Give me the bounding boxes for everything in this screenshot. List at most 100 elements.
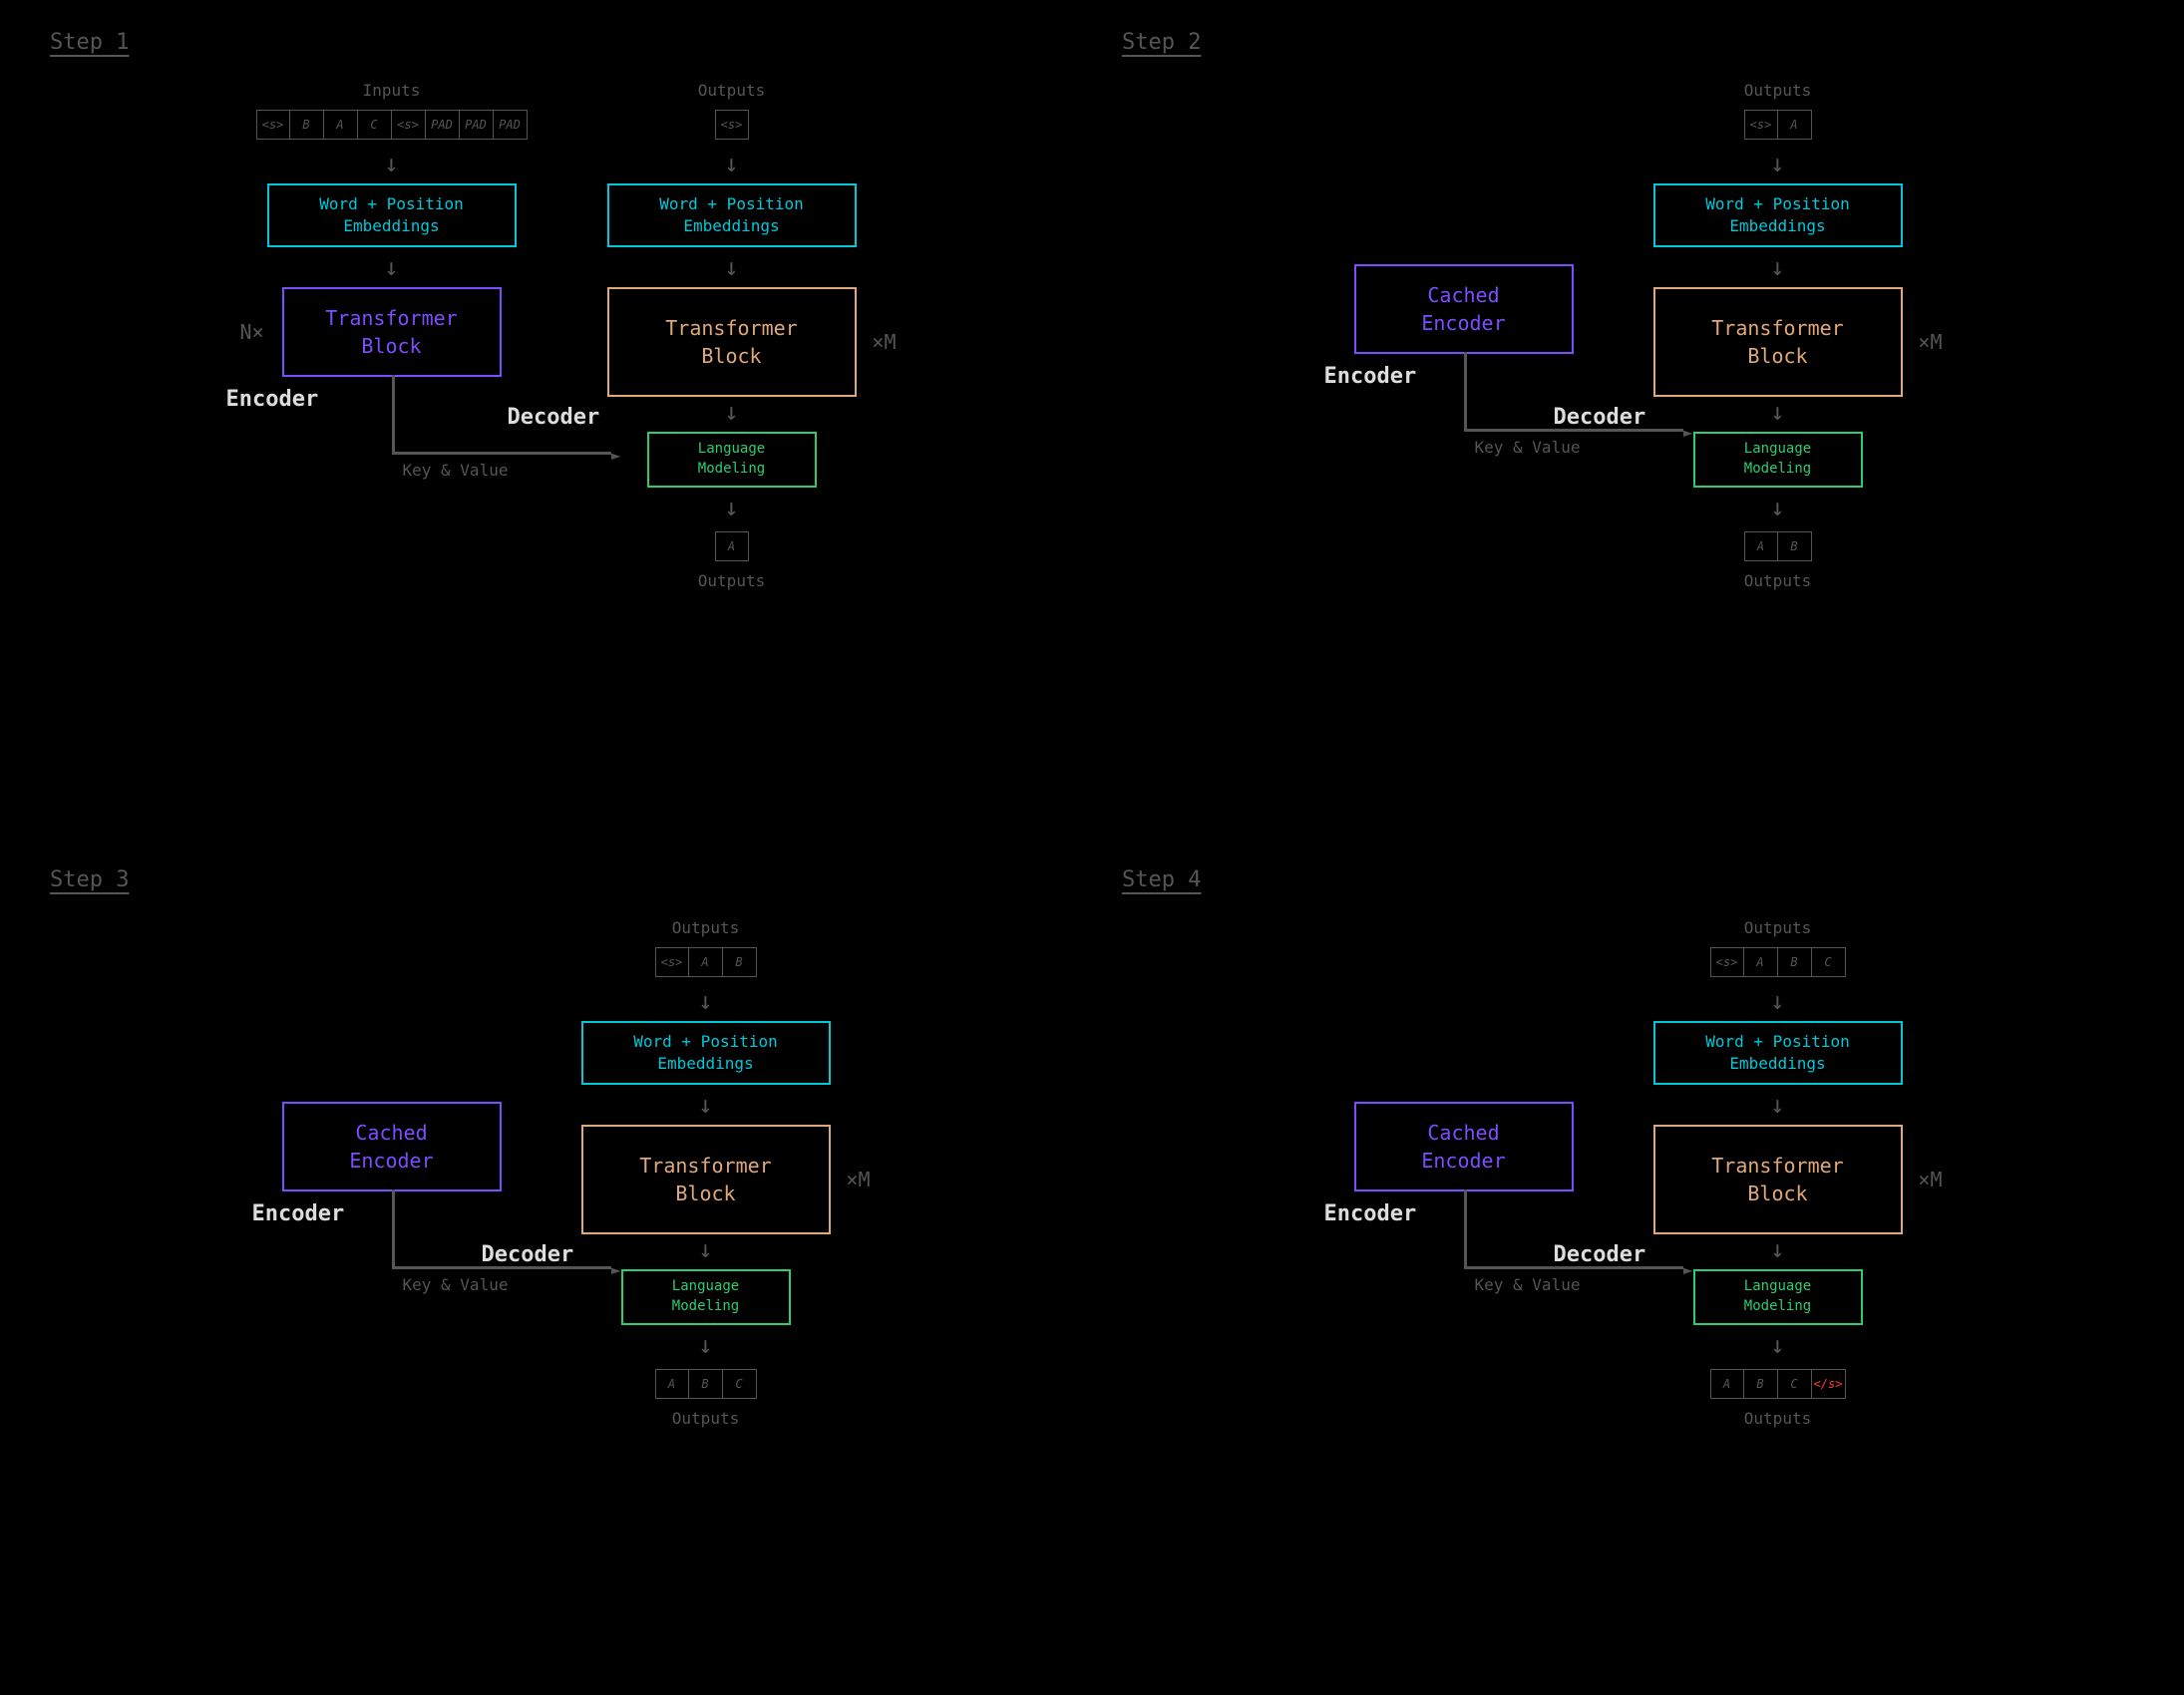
token: B bbox=[1778, 947, 1812, 977]
encoder-block-wrap: Cached Encoder Key & Value bbox=[1354, 1102, 1574, 1191]
token: <s> bbox=[392, 110, 426, 140]
outputs-in-label: Outputs bbox=[1744, 918, 1811, 937]
arrow-down-icon: ↓ bbox=[724, 255, 738, 279]
step-1: Step 1 Inputs <s> B A C <s> PAD PAD PAD … bbox=[40, 30, 1072, 828]
key-value-label: Key & Value bbox=[403, 461, 509, 480]
diagram: Inputs <s> B A C <s> PAD PAD PAD ↓ Word … bbox=[40, 75, 1072, 596]
token: A bbox=[689, 947, 723, 977]
encoder-label: Encoder bbox=[1324, 1201, 1417, 1226]
step-4: Step 4 Cached Encoder Key & Value Encode… bbox=[1112, 867, 2144, 1665]
decoder-column: Outputs <s> A B C ↓ Word + Position Embe… bbox=[1653, 912, 1903, 1434]
decoder-column: Outputs <s> ↓ Word + Position Embeddings… bbox=[607, 75, 857, 596]
decoder-label: Decoder bbox=[482, 1242, 574, 1267]
outputs-in-label: Outputs bbox=[672, 918, 739, 937]
embeddings-box: Word + Position Embeddings bbox=[1653, 183, 1903, 247]
token: A bbox=[1710, 1369, 1744, 1399]
input-tokens: <s> B A C <s> PAD PAD PAD bbox=[256, 110, 528, 140]
arrow-down-icon: ↓ bbox=[724, 496, 738, 519]
token: A bbox=[324, 110, 358, 140]
encoder-column: Cached Encoder Key & Value Encoder bbox=[282, 1102, 502, 1226]
m-times-label: ×M bbox=[1918, 330, 1942, 354]
outputs-in-label: Outputs bbox=[698, 81, 765, 100]
token: C bbox=[1812, 947, 1846, 977]
arrow-down-icon: ↓ bbox=[384, 255, 398, 279]
output-tokens-in: <s> A B bbox=[655, 947, 757, 977]
outputs-in-label: Outputs bbox=[1744, 81, 1811, 100]
token: C bbox=[723, 1369, 757, 1399]
token: PAD bbox=[460, 110, 494, 140]
outputs-out-label: Outputs bbox=[698, 571, 765, 590]
decoder-column: Outputs <s> A ↓ Word + Position Embeddin… bbox=[1653, 75, 1903, 596]
output-tokens-in: <s> A B C bbox=[1710, 947, 1846, 977]
decoder-label: Decoder bbox=[1554, 405, 1646, 430]
decoder-block-wrap: Transformer Block ×M bbox=[607, 287, 857, 397]
encoder-label: Encoder bbox=[1324, 364, 1417, 389]
decoder-transformer-block: Transformer Block bbox=[581, 1125, 831, 1234]
language-modeling-box: Language Modeling bbox=[647, 432, 817, 488]
token: <s> bbox=[256, 110, 290, 140]
encoder-block-wrap: N× Transformer Block Key & Value bbox=[282, 287, 502, 377]
embeddings-box: Word + Position Embeddings bbox=[267, 183, 517, 247]
embeddings-box: Word + Position Embeddings bbox=[607, 183, 857, 247]
cached-encoder-block: Cached Encoder bbox=[1354, 264, 1574, 354]
arrow-down-icon: ↓ bbox=[724, 152, 738, 175]
key-value-label: Key & Value bbox=[403, 1275, 509, 1294]
decoder-label: Decoder bbox=[508, 405, 600, 430]
embeddings-box: Word + Position Embeddings bbox=[581, 1021, 831, 1085]
decoder-transformer-block: Transformer Block bbox=[1653, 1125, 1903, 1234]
arrow-down-icon: ↓ bbox=[724, 400, 738, 424]
step-title: Step 3 bbox=[50, 867, 1072, 892]
arrow-down-icon: ↓ bbox=[1770, 152, 1784, 175]
output-tokens-out: A B C </s> bbox=[1710, 1369, 1846, 1399]
decoder-block-wrap: Transformer Block ×M bbox=[581, 1125, 831, 1234]
embeddings-box: Word + Position Embeddings bbox=[1653, 1021, 1903, 1085]
arrow-down-icon: ↓ bbox=[698, 1093, 712, 1117]
token: B bbox=[1744, 1369, 1778, 1399]
outputs-out-label: Outputs bbox=[1744, 571, 1811, 590]
m-times-label: ×M bbox=[872, 330, 896, 354]
arrow-down-icon: ↓ bbox=[384, 152, 398, 175]
m-times-label: ×M bbox=[846, 1168, 870, 1191]
token: <s> bbox=[1710, 947, 1744, 977]
arrow-down-icon: ↓ bbox=[698, 1333, 712, 1357]
encoder-block-wrap: Cached Encoder Key & Value bbox=[1354, 264, 1574, 354]
decoder-transformer-block: Transformer Block bbox=[607, 287, 857, 397]
step-title: Step 2 bbox=[1122, 30, 2144, 55]
step-title: Step 4 bbox=[1122, 867, 2144, 892]
outputs-out-label: Outputs bbox=[672, 1409, 739, 1428]
encoder-column: Inputs <s> B A C <s> PAD PAD PAD ↓ Word … bbox=[256, 75, 528, 412]
output-tokens-out: A B C bbox=[655, 1369, 757, 1399]
diagram: Cached Encoder Key & Value Encoder Outpu… bbox=[40, 912, 1072, 1434]
language-modeling-box: Language Modeling bbox=[1693, 432, 1863, 488]
encoder-column: Cached Encoder Key & Value Encoder bbox=[1354, 1102, 1574, 1226]
language-modeling-box: Language Modeling bbox=[621, 1269, 791, 1325]
key-value-label: Key & Value bbox=[1475, 1275, 1581, 1294]
decoder-transformer-block: Transformer Block bbox=[1653, 287, 1903, 397]
encoder-column: Cached Encoder Key & Value Encoder bbox=[1354, 264, 1574, 389]
outputs-out-label: Outputs bbox=[1744, 1409, 1811, 1428]
cached-encoder-block: Cached Encoder bbox=[1354, 1102, 1574, 1191]
decoder-block-wrap: Transformer Block ×M bbox=[1653, 287, 1903, 397]
token: B bbox=[1778, 531, 1812, 561]
output-tokens-in: <s> A bbox=[1744, 110, 1812, 140]
key-value-label: Key & Value bbox=[1475, 438, 1581, 457]
arrow-down-icon: ↓ bbox=[1770, 989, 1784, 1013]
token: C bbox=[358, 110, 392, 140]
n-times-label: N× bbox=[240, 320, 264, 344]
language-modeling-box: Language Modeling bbox=[1693, 1269, 1863, 1325]
arrow-down-icon: ↓ bbox=[698, 989, 712, 1013]
encoder-transformer-block: Transformer Block bbox=[282, 287, 502, 377]
token: A bbox=[1744, 947, 1778, 977]
token: PAD bbox=[494, 110, 528, 140]
diagram: Cached Encoder Key & Value Encoder Outpu… bbox=[1112, 75, 2144, 596]
output-tokens-in: <s> bbox=[715, 110, 749, 140]
arrow-down-icon: ↓ bbox=[1770, 1333, 1784, 1357]
decoder-label: Decoder bbox=[1554, 1242, 1646, 1267]
cached-encoder-block: Cached Encoder bbox=[282, 1102, 502, 1191]
token: PAD bbox=[426, 110, 460, 140]
arrow-down-icon: ↓ bbox=[1770, 400, 1784, 424]
arrow-down-icon: ↓ bbox=[698, 1237, 712, 1261]
page: Step 1 Inputs <s> B A C <s> PAD PAD PAD … bbox=[0, 0, 2184, 1695]
token: A bbox=[715, 531, 749, 561]
diagram: Cached Encoder Key & Value Encoder Outpu… bbox=[1112, 912, 2144, 1434]
